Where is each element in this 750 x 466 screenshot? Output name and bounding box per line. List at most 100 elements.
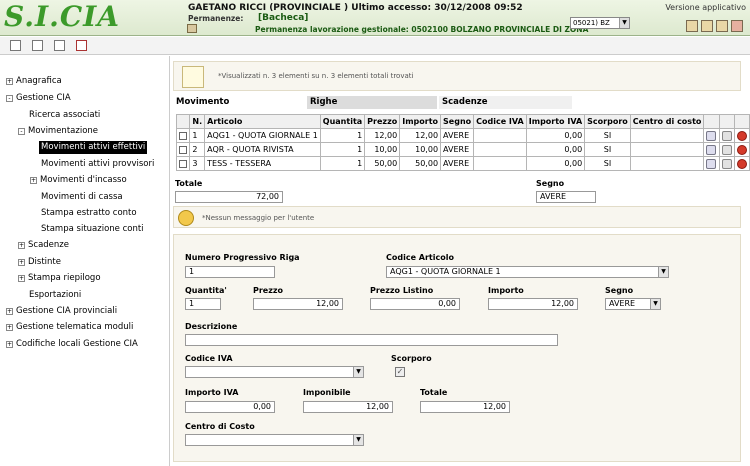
toolbar bbox=[0, 37, 750, 55]
permanenze-value[interactable]: [Bacheca] bbox=[258, 13, 308, 23]
sidebar-item-anagrafica[interactable]: + Anagrafica bbox=[6, 75, 62, 88]
header-scorporo: Scorporo bbox=[584, 114, 631, 129]
sidebar-item-movimentazione[interactable]: - Movimentazione bbox=[18, 125, 98, 138]
righe-table: N. Articolo Quantita Prezzo Importo Segn… bbox=[175, 114, 750, 171]
segno-select[interactable]: AVERE ▼ bbox=[605, 298, 661, 310]
table-row[interactable]: 2 AQR - QUOTA RIVISTA 1 10,00 10,00 AVER… bbox=[175, 142, 750, 157]
notes-icon[interactable] bbox=[701, 20, 713, 32]
header-action-1 bbox=[703, 114, 720, 129]
numero-field[interactable]: 1 bbox=[185, 266, 275, 278]
detail-view-icon[interactable] bbox=[32, 40, 43, 51]
expand-icon[interactable]: + bbox=[18, 259, 25, 266]
edit-icon[interactable] bbox=[706, 158, 717, 169]
tools-icon[interactable] bbox=[721, 158, 732, 169]
message-bar: *Nessun messaggio per l'utente bbox=[173, 206, 741, 228]
importo-iva-field[interactable]: 0,00 bbox=[185, 401, 275, 413]
descrizione-field[interactable] bbox=[185, 334, 558, 346]
expand-icon[interactable]: + bbox=[6, 324, 13, 331]
row-checkbox[interactable] bbox=[179, 131, 188, 140]
expand-icon[interactable]: + bbox=[18, 242, 25, 249]
codice-articolo-label: Codice Articolo bbox=[386, 253, 454, 262]
sidebar-item-movimenti-attivi-provvisori[interactable]: Movimenti attivi provvisori bbox=[41, 158, 154, 171]
sidebar-item-codifiche-locali[interactable]: + Codifiche locali Gestione CIA bbox=[6, 338, 138, 351]
section-righe[interactable]: Righe bbox=[307, 96, 437, 109]
table-row[interactable]: 1 AQG1 - QUOTA GIORNALE 1 1 12,00 12,00 … bbox=[175, 128, 750, 143]
centro-costo-label: Centro di Costo bbox=[185, 422, 255, 431]
centro-costo-select[interactable]: ▼ bbox=[185, 434, 364, 446]
edit-icon[interactable] bbox=[706, 144, 717, 155]
sidebar-item-movimenti-cassa[interactable]: Movimenti di cassa bbox=[41, 191, 123, 204]
app-logo: S.I.CIA bbox=[4, 0, 120, 33]
header-n: N. bbox=[189, 114, 206, 129]
sidebar-item-movimenti-attivi-effettivi[interactable]: Movimenti attivi effettivi bbox=[39, 141, 148, 154]
tools-icon[interactable] bbox=[721, 130, 732, 141]
delete-icon[interactable] bbox=[736, 144, 747, 155]
segno-value: AVERE bbox=[609, 299, 636, 308]
expand-icon[interactable]: + bbox=[6, 341, 13, 348]
codice-articolo-select[interactable]: AQG1 - QUOTA GIORNALE 1 ▼ bbox=[386, 266, 669, 278]
delete-icon[interactable] bbox=[736, 158, 747, 169]
totale-form-field[interactable]: 12,00 bbox=[420, 401, 510, 413]
imponibile-field[interactable]: 12,00 bbox=[303, 401, 393, 413]
sidebar-item-gestione-telematica-moduli[interactable]: + Gestione telematica moduli bbox=[6, 321, 133, 334]
totale-label: Totale bbox=[175, 179, 203, 188]
prezzo-listino-field[interactable]: 0,00 bbox=[370, 298, 460, 310]
table-row[interactable]: 3 TESS - TESSERA 1 50,00 50,00 AVERE 0,0… bbox=[175, 156, 750, 171]
office-select[interactable]: 05021) BZ ▼ bbox=[570, 17, 630, 29]
sidebar-item-gestione-cia-provinciali[interactable]: + Gestione CIA provinciali bbox=[6, 305, 117, 318]
scorporo-checkbox[interactable]: ✓ bbox=[395, 367, 405, 377]
section-movimento[interactable]: Movimento bbox=[173, 96, 306, 109]
chevron-down-icon: ▼ bbox=[619, 18, 629, 28]
exit-icon[interactable] bbox=[76, 40, 87, 51]
home-icon[interactable] bbox=[716, 20, 728, 32]
version-link[interactable]: Versione applicativo bbox=[665, 3, 746, 12]
delete-icon[interactable] bbox=[736, 130, 747, 141]
totale-field: 72,00 bbox=[175, 191, 283, 203]
row-checkbox[interactable] bbox=[179, 159, 188, 168]
chevron-down-icon: ▼ bbox=[650, 299, 660, 309]
segno-label: Segno bbox=[536, 179, 565, 188]
collapse-icon[interactable]: - bbox=[6, 95, 13, 102]
header-quantita: Quantita bbox=[319, 114, 366, 129]
sidebar-item-stampa-situazione-conti[interactable]: Stampa situazione conti bbox=[41, 223, 144, 236]
importo-field[interactable]: 12,00 bbox=[488, 298, 578, 310]
quantita-label: Quantita' bbox=[185, 286, 227, 295]
sidebar-item-esportazioni[interactable]: Esportazioni bbox=[29, 289, 81, 302]
building-icon bbox=[187, 24, 197, 33]
list-view-icon[interactable] bbox=[10, 40, 21, 51]
logout-icon[interactable] bbox=[731, 20, 743, 32]
document-icon[interactable] bbox=[54, 40, 65, 51]
office-value: 05021) BZ bbox=[573, 19, 610, 27]
expand-icon[interactable]: + bbox=[18, 275, 25, 282]
row-checkbox[interactable] bbox=[179, 145, 188, 154]
prezzo-label: Prezzo bbox=[253, 286, 284, 295]
codice-iva-select[interactable]: ▼ bbox=[185, 366, 364, 378]
sidebar-item-movimenti-incasso[interactable]: + Movimenti d'incasso bbox=[30, 174, 127, 187]
chevron-down-icon: ▼ bbox=[353, 435, 363, 445]
sidebar-tree: + Anagrafica - Gestione CIA Ricerca associ… bbox=[0, 56, 170, 466]
books-icon[interactable] bbox=[686, 20, 698, 32]
quantita-field[interactable]: 1 bbox=[185, 298, 221, 310]
collapse-icon[interactable]: - bbox=[18, 128, 25, 135]
sidebar-item-stampa-estratto-conto[interactable]: Stampa estratto conto bbox=[41, 207, 137, 220]
prezzo-field[interactable]: 12,00 bbox=[253, 298, 343, 310]
back-arrow-icon[interactable] bbox=[178, 210, 194, 226]
codice-iva-label: Codice IVA bbox=[185, 354, 233, 363]
sidebar-item-scadenze[interactable]: + Scadenze bbox=[18, 239, 69, 252]
expand-icon[interactable]: + bbox=[6, 308, 13, 315]
numero-label: Numero Progressivo Riga bbox=[185, 253, 300, 262]
header-select bbox=[175, 114, 191, 129]
sidebar-item-gestione-cia[interactable]: - Gestione CIA bbox=[6, 92, 71, 105]
scorporo-label: Scorporo bbox=[391, 354, 432, 363]
permanenza-line: Permanenza lavorazione gestionale: 05021… bbox=[255, 25, 589, 34]
expand-icon[interactable]: + bbox=[6, 78, 13, 85]
sidebar-item-distinte[interactable]: + Distinte bbox=[18, 256, 61, 269]
edit-icon[interactable] bbox=[706, 130, 717, 141]
expand-icon[interactable]: + bbox=[30, 177, 37, 184]
sidebar-item-ricerca-associati[interactable]: Ricerca associati bbox=[29, 109, 100, 122]
tools-icon[interactable] bbox=[721, 144, 732, 155]
sidebar-item-stampa-riepilogo[interactable]: + Stampa riepilogo bbox=[18, 272, 101, 285]
section-scadenze[interactable]: Scadenze bbox=[439, 96, 572, 109]
message-text: *Nessun messaggio per l'utente bbox=[202, 214, 315, 222]
permanenze-label: Permanenze: bbox=[188, 14, 244, 23]
